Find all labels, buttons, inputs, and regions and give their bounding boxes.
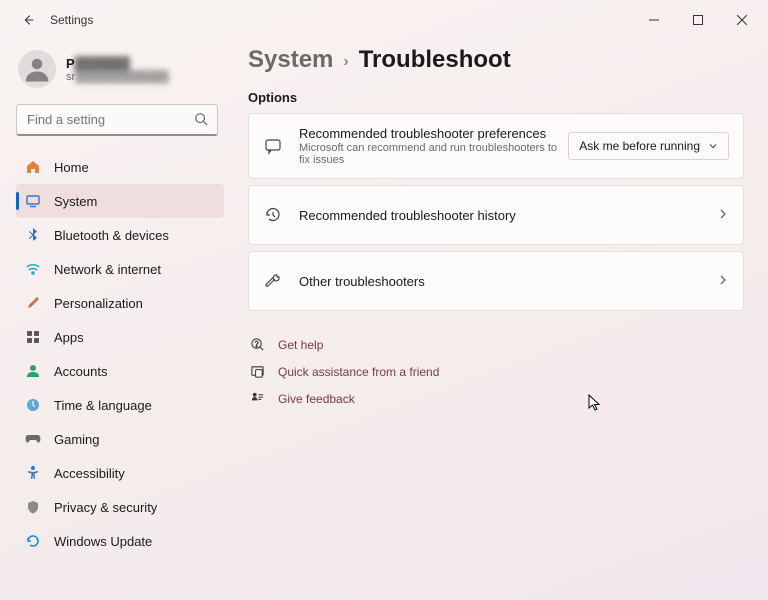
help-icon bbox=[248, 337, 266, 352]
avatar bbox=[18, 50, 56, 88]
feedback-icon bbox=[248, 391, 266, 406]
brush-icon bbox=[24, 294, 42, 312]
window-controls bbox=[632, 0, 764, 40]
sidebar-item-network[interactable]: Network & internet bbox=[16, 252, 224, 286]
sidebar-item-label: Network & internet bbox=[54, 262, 161, 277]
sidebar-item-accessibility[interactable]: Accessibility bbox=[16, 456, 224, 490]
minimize-button[interactable] bbox=[632, 0, 676, 40]
prefs-title: Recommended troubleshooter preferences bbox=[299, 126, 568, 141]
search-input[interactable] bbox=[16, 104, 218, 136]
sidebar-item-apps[interactable]: Apps bbox=[16, 320, 224, 354]
sidebar-item-label: Accounts bbox=[54, 364, 107, 379]
wifi-icon bbox=[24, 260, 42, 278]
quick-assist-link[interactable]: Quick assistance from a friend bbox=[248, 358, 744, 385]
sidebar-item-label: Accessibility bbox=[54, 466, 125, 481]
other-card[interactable]: Other troubleshooters bbox=[248, 251, 744, 311]
quick-assist-icon bbox=[248, 364, 266, 379]
apps-icon bbox=[24, 328, 42, 346]
give-feedback-link[interactable]: Give feedback bbox=[248, 385, 744, 412]
search-icon bbox=[194, 112, 208, 126]
update-icon bbox=[24, 532, 42, 550]
sidebar-item-label: Privacy & security bbox=[54, 500, 157, 515]
sidebar-item-label: Time & language bbox=[54, 398, 152, 413]
sidebar-item-label: Apps bbox=[54, 330, 84, 345]
history-card[interactable]: Recommended troubleshooter history bbox=[248, 185, 744, 245]
window-title: Settings bbox=[50, 13, 93, 27]
accessibility-icon bbox=[24, 464, 42, 482]
user-email-initial: sr bbox=[66, 71, 75, 83]
sidebar-item-label: Home bbox=[54, 160, 89, 175]
breadcrumb-parent[interactable]: System bbox=[248, 46, 333, 74]
sidebar-item-accounts[interactable]: Accounts bbox=[16, 354, 224, 388]
history-icon bbox=[263, 206, 283, 224]
maximize-button[interactable] bbox=[676, 0, 720, 40]
chevron-right-icon: › bbox=[343, 50, 348, 71]
page-title: Troubleshoot bbox=[359, 46, 511, 74]
user-name-initial: P bbox=[66, 56, 75, 71]
titlebar: Settings bbox=[0, 0, 768, 40]
prefs-dropdown-value: Ask me before running bbox=[579, 139, 700, 153]
arrow-left-icon bbox=[21, 13, 35, 27]
system-icon bbox=[24, 192, 42, 210]
search-container bbox=[16, 104, 218, 136]
sidebar-item-label: Windows Update bbox=[54, 534, 152, 549]
sidebar-item-privacy[interactable]: Privacy & security bbox=[16, 490, 224, 524]
get-help-link[interactable]: Get help bbox=[248, 331, 744, 358]
sidebar-item-bluetooth[interactable]: Bluetooth & devices bbox=[16, 218, 224, 252]
maximize-icon bbox=[693, 15, 703, 25]
chevron-down-icon bbox=[708, 141, 718, 151]
back-button[interactable] bbox=[16, 8, 40, 32]
chevron-right-icon bbox=[719, 208, 729, 223]
close-button[interactable] bbox=[720, 0, 764, 40]
wrench-icon bbox=[263, 272, 283, 290]
other-title: Other troubleshooters bbox=[299, 274, 711, 289]
sidebar-item-time-language[interactable]: Time & language bbox=[16, 388, 224, 422]
shield-icon bbox=[24, 498, 42, 516]
home-icon bbox=[24, 158, 42, 176]
main-content: System › Troubleshoot Options Recommende… bbox=[232, 40, 768, 600]
person-icon bbox=[24, 362, 42, 380]
bluetooth-icon bbox=[24, 226, 42, 244]
gamepad-icon bbox=[24, 430, 42, 448]
sidebar-item-label: Gaming bbox=[54, 432, 100, 447]
chevron-right-icon bbox=[719, 274, 729, 289]
user-text: P██████ sr████████████ bbox=[66, 56, 169, 83]
sidebar-item-gaming[interactable]: Gaming bbox=[16, 422, 224, 456]
link-label: Get help bbox=[278, 338, 323, 352]
close-icon bbox=[737, 15, 747, 25]
sidebar: P██████ sr████████████ Home System Bluet… bbox=[0, 40, 232, 600]
prefs-card: Recommended troubleshooter preferences M… bbox=[248, 113, 744, 179]
sidebar-item-label: System bbox=[54, 194, 97, 209]
sidebar-item-system[interactable]: System bbox=[16, 184, 224, 218]
link-label: Quick assistance from a friend bbox=[278, 365, 439, 379]
help-links: Get help Quick assistance from a friend … bbox=[248, 331, 744, 412]
sidebar-item-personalization[interactable]: Personalization bbox=[16, 286, 224, 320]
history-title: Recommended troubleshooter history bbox=[299, 208, 711, 223]
breadcrumb: System › Troubleshoot bbox=[248, 46, 744, 74]
minimize-icon bbox=[649, 15, 659, 25]
sidebar-item-windows-update[interactable]: Windows Update bbox=[16, 524, 224, 558]
user-card[interactable]: P██████ sr████████████ bbox=[16, 44, 224, 102]
sidebar-item-home[interactable]: Home bbox=[16, 150, 224, 184]
prefs-dropdown[interactable]: Ask me before running bbox=[568, 132, 729, 160]
prefs-desc: Microsoft can recommend and run troubles… bbox=[299, 142, 568, 166]
link-label: Give feedback bbox=[278, 392, 355, 406]
options-heading: Options bbox=[248, 90, 744, 105]
chat-icon bbox=[263, 137, 283, 155]
globe-clock-icon bbox=[24, 396, 42, 414]
sidebar-item-label: Bluetooth & devices bbox=[54, 228, 169, 243]
sidebar-item-label: Personalization bbox=[54, 296, 143, 311]
